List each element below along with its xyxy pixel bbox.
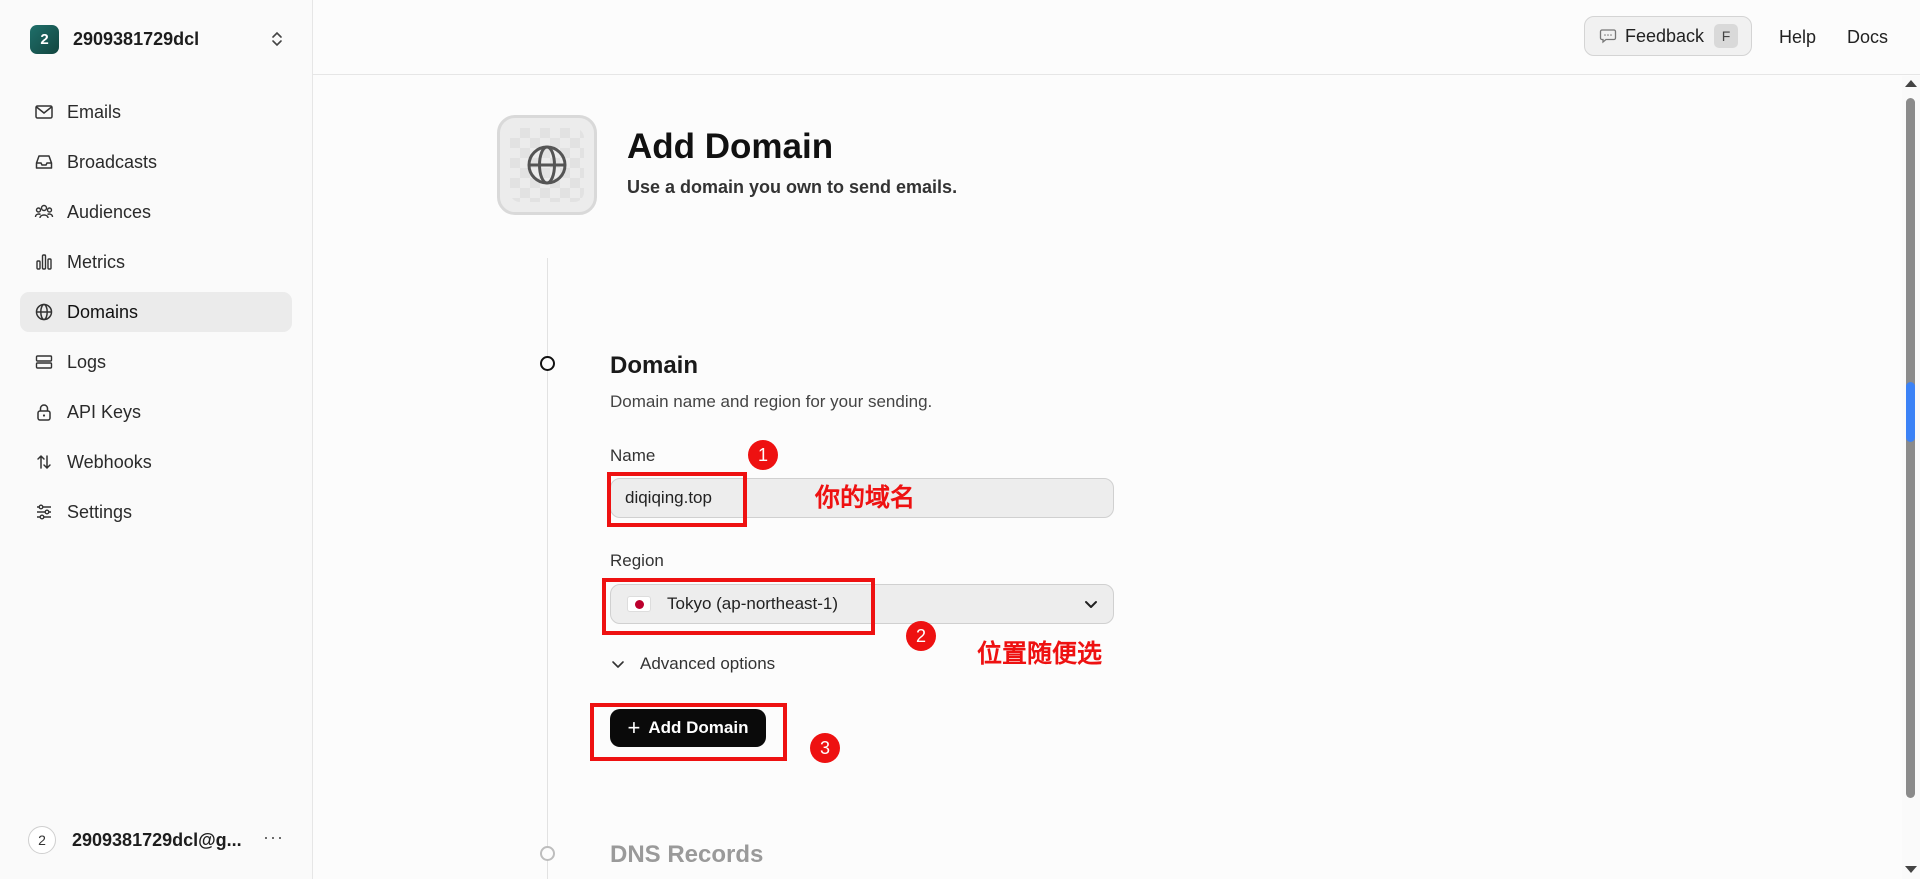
help-link[interactable]: Help xyxy=(1779,27,1816,48)
inbox-icon xyxy=(34,152,54,172)
annotation-box-region xyxy=(602,578,875,635)
sidebar-item-label: Logs xyxy=(67,351,107,372)
shortcut-key: F xyxy=(1714,24,1739,48)
chevron-down-icon xyxy=(1085,601,1097,608)
annotation-box-add xyxy=(590,703,787,761)
timeline-step-pending xyxy=(540,846,555,861)
more-icon[interactable]: ··· xyxy=(263,827,284,848)
users-icon xyxy=(34,202,54,222)
sidebar-item-logs[interactable]: Logs xyxy=(20,342,292,382)
chat-bubble-icon xyxy=(1599,29,1617,44)
advanced-options-label: Advanced options xyxy=(640,654,776,673)
chevron-down-icon xyxy=(612,661,624,668)
sliders-icon xyxy=(34,502,54,522)
annotation-marker-3: 3 xyxy=(810,733,840,763)
scroll-down-arrow-icon[interactable] xyxy=(1905,866,1917,873)
bar-chart-icon xyxy=(34,252,54,272)
sidebar-item-broadcasts[interactable]: Broadcasts xyxy=(20,142,292,182)
topbar: Feedback F Help Docs xyxy=(313,0,1920,75)
sidebar-item-label: Domains xyxy=(67,301,139,322)
annotation-marker-1: 1 xyxy=(748,440,778,470)
feedback-label: Feedback xyxy=(1625,25,1705,46)
team-badge: 2 xyxy=(30,24,59,54)
globe-icon xyxy=(527,145,567,185)
sidebar-item-settings[interactable]: Settings xyxy=(20,492,292,532)
sidebar-item-label: Webhooks xyxy=(67,451,152,472)
avatar: 2 xyxy=(28,826,56,854)
sidebar-item-audiences[interactable]: Audiences xyxy=(20,192,292,232)
sidebar-item-label: Emails xyxy=(67,101,122,122)
sidebar-item-api-keys[interactable]: API Keys xyxy=(20,392,292,432)
timeline-step-active xyxy=(540,356,555,371)
domain-section-title: Domain xyxy=(610,352,699,379)
sidebar-item-domains[interactable]: Domains xyxy=(20,292,292,332)
sidebar-item-emails[interactable]: Emails xyxy=(20,92,292,132)
scroll-up-arrow-icon[interactable] xyxy=(1905,80,1917,87)
page-title: Add Domain xyxy=(627,127,834,166)
annotation-marker-2: 2 xyxy=(906,621,936,651)
region-label: Region xyxy=(610,551,664,570)
user-email: 2909381729dcl@g... xyxy=(72,829,242,850)
docs-link[interactable]: Docs xyxy=(1847,27,1888,48)
domain-avatar xyxy=(497,115,597,215)
domain-section-description: Domain name and region for your sending. xyxy=(610,392,933,411)
annotation-note-1: 你的域名 xyxy=(815,484,916,512)
chevron-up-down-icon xyxy=(272,31,282,47)
scrollbar-thumb[interactable] xyxy=(1906,98,1915,798)
sidebar-item-label: Broadcasts xyxy=(67,151,158,172)
page-subtitle: Use a domain you own to send emails. xyxy=(627,177,958,197)
sidebar-item-label: API Keys xyxy=(67,401,142,422)
scrollbar[interactable] xyxy=(1902,76,1920,879)
timeline-line xyxy=(547,258,548,879)
annotation-note-2: 位置随便选 xyxy=(977,640,1103,668)
user-menu[interactable]: 2 2909381729dcl@g... ··· xyxy=(28,825,288,855)
sidebar-item-label: Metrics xyxy=(67,251,125,272)
team-name: 2909381729dcl xyxy=(73,28,200,49)
arrows-icon xyxy=(34,452,54,472)
sidebar: 2 2909381729dcl Emails Broadcasts Audien… xyxy=(0,0,313,879)
sidebar-item-label: Settings xyxy=(67,501,133,522)
dns-records-title: DNS Records xyxy=(610,841,764,868)
logs-icon xyxy=(34,352,54,372)
advanced-options-toggle[interactable]: Advanced options xyxy=(610,654,775,674)
sidebar-item-webhooks[interactable]: Webhooks xyxy=(20,442,292,482)
sidebar-item-metrics[interactable]: Metrics xyxy=(20,242,292,282)
scroll-position-marker xyxy=(1906,382,1915,442)
feedback-button[interactable]: Feedback F xyxy=(1584,16,1752,56)
sidebar-item-label: Audiences xyxy=(67,201,152,222)
lock-icon xyxy=(34,402,54,422)
name-label: Name xyxy=(610,446,656,465)
team-switcher[interactable]: 2 2909381729dcl xyxy=(30,24,286,54)
sidebar-nav: Emails Broadcasts Audiences Metrics Doma… xyxy=(20,92,292,542)
mail-icon xyxy=(34,102,54,122)
globe-icon xyxy=(34,302,54,322)
annotation-box-name xyxy=(607,472,747,527)
